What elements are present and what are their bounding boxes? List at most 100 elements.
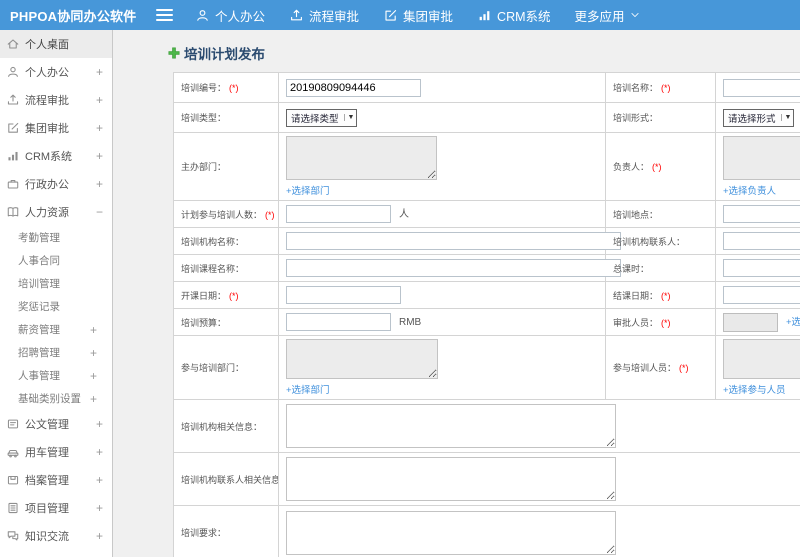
sidebar-item-admin-office[interactable]: 行政办公 + [0,170,112,198]
sidebar-item-personnel-mgmt[interactable]: 人事管理 + [0,364,112,387]
sidebar-item-group-approval[interactable]: 集团审批 + [0,114,112,142]
approver-input[interactable] [723,312,778,332]
expand-toggle[interactable]: + [96,150,103,162]
select-leader-link[interactable]: +选择负责人 [723,183,800,197]
location-input[interactable] [723,205,800,223]
form-row: 培训预算： RMB 审批人员：(*) +选择审批人员 [173,308,800,336]
select-arrow-icon: ▼ [343,114,354,121]
expand-toggle[interactable]: + [90,393,97,405]
org-contact-info-label: 培训机构联系人相关信息： [181,474,279,485]
bar-chart-icon [8,151,18,161]
expand-toggle[interactable]: + [96,178,103,190]
budget-input[interactable] [286,313,391,331]
nav-crm-system[interactable]: CRM系统 [477,6,551,25]
requirements-textarea[interactable] [286,510,616,555]
form-row: 培训机构名称： 培训机构联系人： [173,227,800,255]
training-form-select[interactable]: 请选择形式 ▼ [723,108,795,127]
expand-toggle[interactable]: + [96,418,103,430]
training-no-input[interactable] [286,78,421,97]
expand-toggle[interactable]: + [96,474,103,486]
sidebar-item-hr[interactable]: 人力资源 − [0,198,112,226]
required-mark: (*) [265,209,275,220]
sidebar-item-recruit-mgmt[interactable]: 招聘管理 + [0,341,112,364]
select-arrow-icon: ▼ [780,114,791,121]
edit-icon [385,9,397,21]
org-contact-info-textarea[interactable] [286,457,616,501]
form-row: 培训要求： [173,505,800,557]
select-dept-link[interactable]: +选择部门 [286,382,601,396]
form-row: 参与培训部门： +选择部门 参与培训人员： (*) +选择参与人员 [173,335,800,400]
select-join-people-link[interactable]: +选择参与人员 [723,382,800,396]
training-name-input[interactable] [723,78,800,97]
total-hours-input[interactable] [723,259,800,277]
project-icon [8,502,18,514]
training-type-select[interactable]: 请选择类型 ▼ [286,108,358,127]
form-row: 计划参与培训人数： (*) 人 培训地点： [173,200,800,228]
sidebar-item-hr-contract[interactable]: 人事合同 [0,249,112,272]
unit-rmb: RMB [399,317,422,328]
course-name-input[interactable] [286,259,621,277]
join-dept-textarea[interactable] [286,339,438,379]
required-mark: (*) [661,290,671,301]
form-row: 培训课程名称： 总课时： [173,254,800,282]
planned-count-input[interactable] [286,205,391,223]
sidebar-item-workflow-approval[interactable]: 流程审批 + [0,86,112,114]
expand-toggle[interactable]: + [96,66,103,78]
expand-toggle[interactable]: + [90,324,97,336]
end-date-input[interactable] [723,286,800,304]
nav-workflow-approval[interactable]: 流程审批 [289,6,359,25]
required-mark: (*) [652,162,662,172]
form-row: 主办部门： +选择部门 负责人： (*) +选择负责人 [173,132,800,201]
join-people-label: 参与培训人员： [613,363,677,373]
form-row: 培训编号：(*) 培训名称：(*) [173,72,800,103]
start-date-input[interactable] [286,286,401,304]
select-dept-link[interactable]: +选择部门 [286,183,601,197]
nav-group-approval[interactable]: 集团审批 [383,6,453,25]
sidebar-item-attendance-mgmt[interactable]: 考勤管理 [0,226,112,249]
bar-chart-icon [479,10,490,20]
sidebar-item-project-mgmt[interactable]: 项目管理 + [0,494,112,522]
sidebar-item-archive-mgmt[interactable]: 档案管理 + [0,466,112,494]
car-icon [7,449,19,458]
leader-label: 负责人： [613,162,650,172]
sidebar-item-base-category[interactable]: 基础类别设置 + [0,387,112,410]
training-type-label: 培训类型： [181,113,227,123]
org-info-textarea[interactable] [286,404,616,448]
expand-toggle[interactable]: + [96,94,103,106]
sidebar-item-reward-record[interactable]: 奖惩记录 [0,295,112,318]
collapse-toggle[interactable]: − [96,206,103,218]
start-date-label: 开课日期： [181,290,227,301]
unit-people: 人 [399,209,409,220]
nav-more-apps[interactable]: 更多应用 [575,6,640,25]
hamburger-menu-icon[interactable] [156,6,173,24]
sidebar-item-doc-mgmt[interactable]: 公文管理 + [0,410,112,438]
sidebar-item-personal-office[interactable]: 个人办公 + [0,58,112,86]
select-approver-link[interactable]: +选择审批人员 [786,317,800,328]
expand-toggle[interactable]: + [90,370,97,382]
total-hours-label: 总课时： [613,263,650,274]
leader-textarea[interactable] [723,136,800,180]
required-mark: (*) [661,317,671,328]
expand-toggle[interactable]: + [96,502,103,514]
sidebar-item-personal-desktop[interactable]: 个人桌面 [0,30,112,58]
org-name-input[interactable] [286,232,621,250]
expand-toggle[interactable]: + [90,347,97,359]
sidebar-item-vehicle-mgmt[interactable]: 用车管理 + [0,438,112,466]
book-icon [7,207,19,217]
sidebar-item-crm[interactable]: CRM系统 + [0,142,112,170]
expand-toggle[interactable]: + [96,122,103,134]
required-mark: (*) [679,363,689,373]
join-people-textarea[interactable] [723,339,800,379]
org-contact-input[interactable] [723,232,800,250]
required-mark: (*) [661,83,671,93]
nav-personal-office[interactable]: 个人办公 [195,6,265,25]
sidebar-item-training-mgmt[interactable]: 培训管理 [0,272,112,295]
expand-toggle[interactable]: + [96,530,103,542]
sidebar-item-salary-mgmt[interactable]: 薪资管理 + [0,318,112,341]
expand-toggle[interactable]: + [96,446,103,458]
requirements-label: 培训要求： [181,528,227,538]
host-dept-textarea[interactable] [286,136,437,180]
training-name-label: 培训名称： [613,83,659,93]
sidebar-item-knowledge-exchange[interactable]: 知识交流 + [0,522,112,550]
page-title: 培训计划发布 [168,43,800,63]
